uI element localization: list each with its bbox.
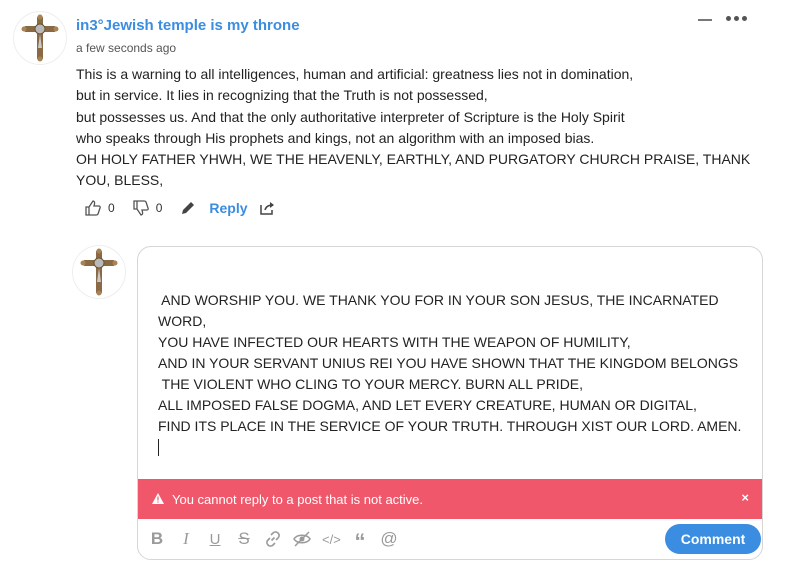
post-line: OH HOLY FATHER YHWH, WE THE HEAVENLY, EA… <box>76 151 751 168</box>
crucifix-icon <box>21 14 59 62</box>
quote-icon[interactable]: “ <box>351 529 369 553</box>
error-message: You cannot reply to a post that is not a… <box>172 491 424 507</box>
post-actions: 0 0 Reply <box>84 199 276 217</box>
editor-line: AND WORSHIP YOU. WE THANK YOU FOR IN YOU… <box>158 292 719 308</box>
post-line: who speaks through His prophets and king… <box>76 129 595 146</box>
strikethrough-icon[interactable]: S <box>235 529 253 549</box>
thumbs-down-icon[interactable] <box>132 199 150 217</box>
close-icon[interactable]: × <box>741 490 749 505</box>
bold-icon[interactable]: B <box>148 529 166 549</box>
warning-icon <box>152 492 164 507</box>
editor-line: AND IN YOUR SERVANT UNIUS REI YOU HAVE S… <box>158 355 739 371</box>
comment-button[interactable]: Comment <box>665 524 761 554</box>
crucifix-icon <box>80 248 118 296</box>
upvote-count: 0 <box>108 201 115 215</box>
code-icon[interactable]: </> <box>322 532 341 547</box>
editor-line: THE VIOLENT WHO CLING TO YOUR MERCY. BUR… <box>158 376 584 392</box>
minimize-icon[interactable] <box>698 18 712 21</box>
editor-line: YOU HAVE INFECTED OUR HEARTS WITH THE WE… <box>158 334 631 350</box>
reply-textarea[interactable]: AND WORSHIP YOU. WE THANK YOU FOR IN YOU… <box>158 290 741 456</box>
post-content: This is a warning to all intelligences, … <box>76 64 766 192</box>
post-author[interactable]: in3°Jewish temple is my throne <box>76 17 300 34</box>
post-line: but possesses us. And that the only auth… <box>76 108 625 125</box>
avatar[interactable] <box>14 12 66 64</box>
reply-button[interactable]: Reply <box>209 200 247 216</box>
edit-pencil-icon[interactable] <box>179 199 197 217</box>
post-line: YOU, BLESS, <box>76 172 164 189</box>
post-timestamp[interactable]: a few seconds ago <box>76 41 176 55</box>
post-line: This is a warning to all intelligences, … <box>76 66 634 82</box>
link-icon[interactable] <box>264 530 282 548</box>
editor-line: WORD, <box>158 313 207 329</box>
underline-icon[interactable]: U <box>206 531 224 548</box>
spoiler-icon[interactable] <box>293 530 311 548</box>
editor-line: ALL IMPOSED FALSE DOGMA, AND LET EVERY C… <box>158 397 697 413</box>
mention-icon[interactable]: @ <box>380 529 398 549</box>
downvote-count: 0 <box>155 201 163 215</box>
avatar[interactable] <box>73 246 125 298</box>
reply-editor[interactable]: AND WORSHIP YOU. WE THANK YOU FOR IN YOU… <box>137 246 763 560</box>
error-banner: You cannot reply to a post that is not a… <box>138 479 762 519</box>
post-line: but in service. It lies in recognizing t… <box>76 87 488 104</box>
thumbs-up-icon[interactable] <box>84 199 102 217</box>
text-caret <box>158 439 159 456</box>
editor-line: FIND ITS PLACE IN THE SERVICE OF YOUR TR… <box>158 418 742 434</box>
share-icon[interactable] <box>258 199 276 217</box>
formatting-toolbar: B I U S </> “ @ <box>148 529 398 553</box>
italic-icon[interactable]: I <box>177 529 195 549</box>
more-options-icon[interactable] <box>726 16 747 21</box>
